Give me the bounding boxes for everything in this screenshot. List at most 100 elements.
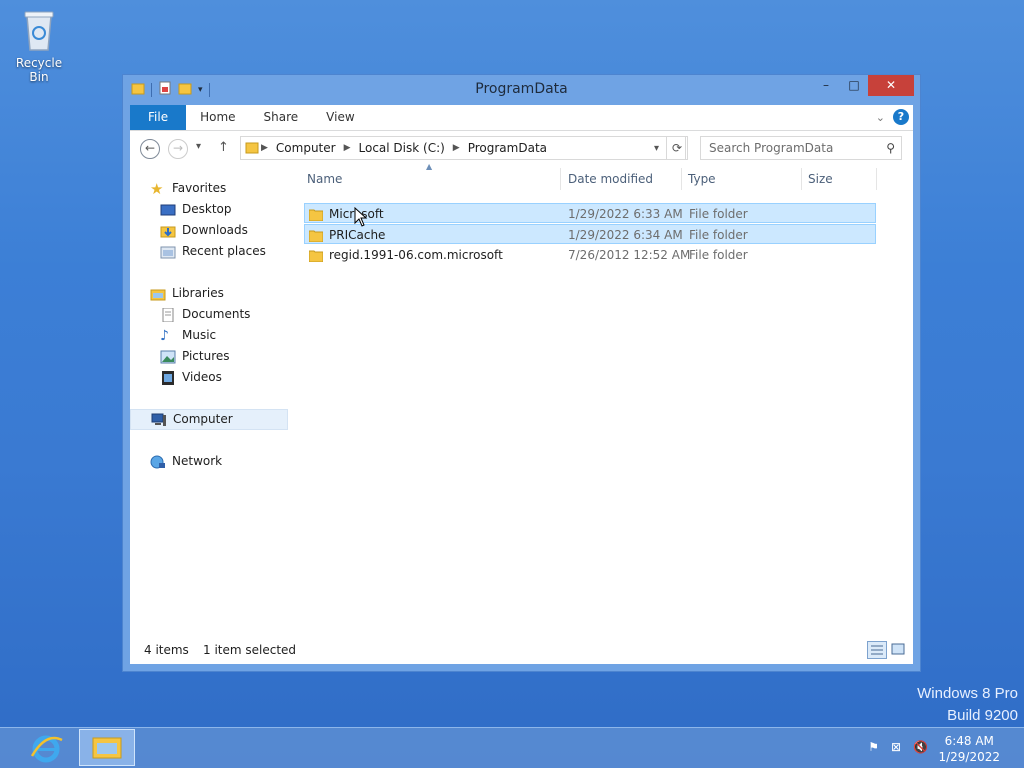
column-header-name[interactable]: Name: [307, 172, 342, 186]
large-icons-view-button[interactable]: [889, 641, 909, 659]
search-icon: ⚲: [886, 141, 895, 155]
nav-favorites[interactable]: ★ Favorites: [130, 178, 288, 199]
file-date: 7/26/2012 12:52 AM: [568, 248, 691, 262]
folder-icon: [309, 209, 323, 221]
pictures-icon: [160, 350, 176, 364]
network-status-icon[interactable]: ⊠: [891, 740, 901, 754]
breadcrumb-local-disk[interactable]: Local Disk (C:): [353, 141, 451, 155]
navigation-pane: ★ Favorites Desktop Downloads Recent pla…: [130, 168, 288, 636]
breadcrumb-separator-icon[interactable]: ▶: [259, 143, 270, 153]
music-icon: ♪: [160, 327, 169, 344]
nav-item-videos[interactable]: Videos: [130, 367, 288, 388]
close-button[interactable]: ✕: [868, 75, 914, 96]
system-tray: ⚑ ⊠ 🔇: [868, 740, 928, 754]
taskbar-clock[interactable]: 6:48 AM 1/29/2022: [938, 733, 1000, 765]
clock-date: 1/29/2022: [938, 750, 1000, 764]
recycle-bin-label: Recycle Bin: [15, 56, 63, 84]
maximize-button[interactable]: □: [840, 75, 868, 96]
nav-network[interactable]: Network: [130, 451, 288, 472]
file-date: 1/29/2022 6:34 AM: [568, 228, 683, 242]
breadcrumb-separator-icon[interactable]: ▶: [451, 143, 462, 153]
volume-muted-icon[interactable]: 🔇: [913, 740, 928, 754]
navigation-bar: ← → ▾ ↑ ▶ Computer ▶ Local Disk (C:) ▶ P…: [130, 131, 913, 167]
title-bar[interactable]: ▾ ProgramData – □ ✕: [123, 75, 920, 105]
window-title: ProgramData: [475, 81, 568, 97]
nav-item-label: Recent places: [182, 244, 266, 258]
help-icon[interactable]: ?: [893, 109, 909, 125]
file-explorer-taskbar-button[interactable]: [79, 729, 135, 766]
minimize-button[interactable]: –: [812, 75, 840, 96]
file-list: ▲ Name Date modified Type Size Microsoft…: [302, 162, 883, 636]
videos-icon: [160, 370, 176, 385]
downloads-icon: [160, 224, 176, 238]
search-input[interactable]: Search ProgramData: [709, 141, 833, 155]
large-icons-view-icon: [891, 643, 905, 655]
file-type: File folder: [689, 207, 748, 221]
windows-watermark: Windows 8 Pro Build 9200: [917, 683, 1018, 727]
nav-item-documents[interactable]: Documents: [130, 304, 288, 325]
tab-share[interactable]: Share: [250, 105, 313, 130]
status-bar: 4 items 1 item selected: [130, 636, 913, 664]
refresh-button[interactable]: ⟳: [666, 136, 688, 160]
clock-time: 6:48 AM: [944, 734, 994, 748]
nav-item-pictures[interactable]: Pictures: [130, 346, 288, 367]
nav-favorites-label: Favorites: [172, 181, 227, 195]
item-count: 4 items: [144, 643, 189, 657]
column-headers: ▲ Name Date modified Type Size: [302, 162, 883, 194]
nav-libraries-label: Libraries: [172, 286, 224, 300]
nav-item-desktop[interactable]: Desktop: [130, 199, 288, 220]
tab-view[interactable]: View: [312, 105, 368, 130]
back-button[interactable]: ←: [140, 139, 160, 159]
star-icon: ★: [150, 179, 164, 198]
mouse-cursor-icon: [354, 207, 368, 227]
watermark-build: Build 9200: [947, 707, 1018, 724]
column-header-type[interactable]: Type: [688, 172, 716, 186]
ribbon: File Home Share View ⌄ ?: [130, 105, 913, 131]
expand-ribbon-icon[interactable]: ⌄: [876, 111, 885, 124]
computer-icon: [151, 413, 167, 427]
nav-item-label: Downloads: [182, 223, 248, 237]
file-name: regid.1991-06.com.microsoft: [329, 248, 503, 262]
details-view-button[interactable]: [867, 641, 887, 659]
nav-network-label: Network: [172, 454, 223, 468]
action-center-flag-icon[interactable]: ⚑: [868, 740, 879, 754]
selection-count: 1 item selected: [203, 643, 297, 657]
nav-computer[interactable]: Computer: [130, 409, 288, 430]
breadcrumb-programdata[interactable]: ProgramData: [462, 141, 553, 155]
up-button[interactable]: ↑: [218, 140, 229, 155]
taskbar: ⚑ ⊠ 🔇 6:48 AM 1/29/2022: [0, 727, 1024, 768]
file-row[interactable]: regid.1991-06.com.microsoft 7/26/2012 12…: [304, 245, 876, 265]
explorer-window: ▾ ProgramData – □ ✕ File Home Share View…: [122, 74, 921, 672]
breadcrumb-separator-icon[interactable]: ▶: [342, 143, 353, 153]
nav-item-downloads[interactable]: Downloads: [130, 220, 288, 241]
folder-icon: [309, 230, 323, 242]
address-bar[interactable]: ▶ Computer ▶ Local Disk (C:) ▶ ProgramDa…: [240, 136, 686, 160]
address-dropdown-icon[interactable]: ▾: [654, 143, 659, 154]
internet-explorer-icon: [30, 735, 63, 763]
column-header-size[interactable]: Size: [808, 172, 833, 186]
internet-explorer-taskbar-button[interactable]: [26, 732, 66, 764]
file-row[interactable]: Microsoft 1/29/2022 6:33 AM File folder: [304, 203, 876, 223]
column-header-date-modified[interactable]: Date modified: [568, 172, 653, 186]
nav-libraries[interactable]: Libraries: [130, 283, 288, 304]
file-row[interactable]: PRICache 1/29/2022 6:34 AM File folder: [304, 224, 876, 244]
nav-item-music[interactable]: ♪ Music: [130, 325, 288, 346]
forward-button[interactable]: →: [168, 139, 188, 159]
details-view-icon: [871, 645, 883, 655]
nav-item-label: Music: [182, 328, 217, 342]
nav-item-label: Documents: [182, 307, 251, 321]
recent-locations-button[interactable]: ▾: [196, 141, 201, 152]
tab-home[interactable]: Home: [186, 105, 249, 130]
recycle-bin-desktop-icon[interactable]: Recycle Bin: [6, 6, 72, 84]
file-date: 1/29/2022 6:33 AM: [568, 207, 683, 221]
file-type: File folder: [689, 248, 748, 262]
file-type: File folder: [689, 228, 748, 242]
folder-icon: [245, 140, 259, 157]
watermark-edition: Windows 8 Pro: [917, 685, 1018, 702]
file-name: PRICache: [329, 228, 386, 242]
search-box[interactable]: Search ProgramData ⚲: [700, 136, 902, 160]
nav-item-recent-places[interactable]: Recent places: [130, 241, 288, 262]
folder-icon: [309, 250, 323, 262]
tab-file[interactable]: File: [130, 105, 187, 130]
breadcrumb-computer[interactable]: Computer: [270, 141, 342, 155]
